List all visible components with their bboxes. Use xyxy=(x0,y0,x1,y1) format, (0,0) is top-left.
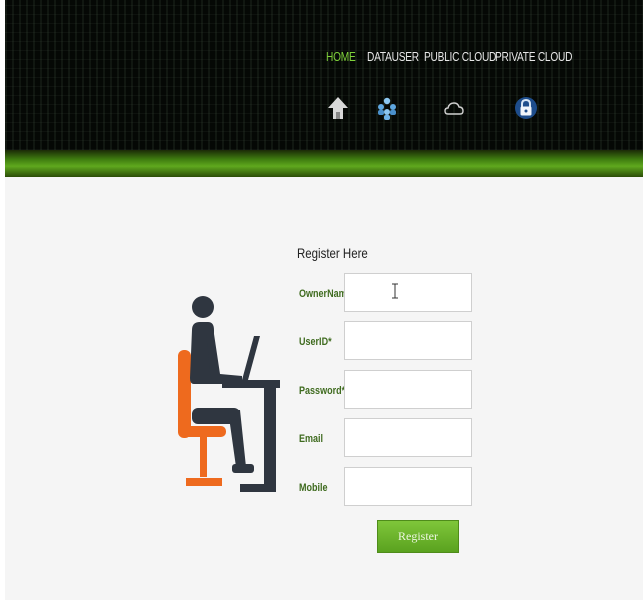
owner-name-input[interactable] xyxy=(344,273,472,312)
password-input[interactable] xyxy=(344,370,472,409)
mobile-label: Mobile xyxy=(299,482,328,494)
user-id-input[interactable] xyxy=(344,321,472,360)
password-label: Password* xyxy=(299,385,346,397)
user-id-label: UserID* xyxy=(299,336,332,348)
users-icon[interactable] xyxy=(375,95,399,121)
cloud-icon[interactable] xyxy=(443,95,467,121)
nav-private-cloud[interactable]: PRIVATE CLOUD xyxy=(495,47,572,67)
nav-public-cloud[interactable]: PUBLIC CLOUD xyxy=(424,47,496,67)
email-label: Email xyxy=(299,433,324,445)
person-at-desk-illustration xyxy=(178,296,280,492)
nav-home[interactable]: HOME xyxy=(326,47,356,67)
form-title: Register Here xyxy=(297,245,368,261)
email-input[interactable] xyxy=(344,418,472,457)
text-cursor-icon xyxy=(392,283,398,299)
register-button[interactable]: Register xyxy=(377,520,459,553)
home-icon[interactable] xyxy=(326,95,350,121)
header-green-band xyxy=(5,150,643,177)
nav-datauser[interactable]: DATAUSER xyxy=(367,47,419,67)
mobile-input[interactable] xyxy=(344,467,472,506)
lock-icon[interactable] xyxy=(514,95,538,121)
